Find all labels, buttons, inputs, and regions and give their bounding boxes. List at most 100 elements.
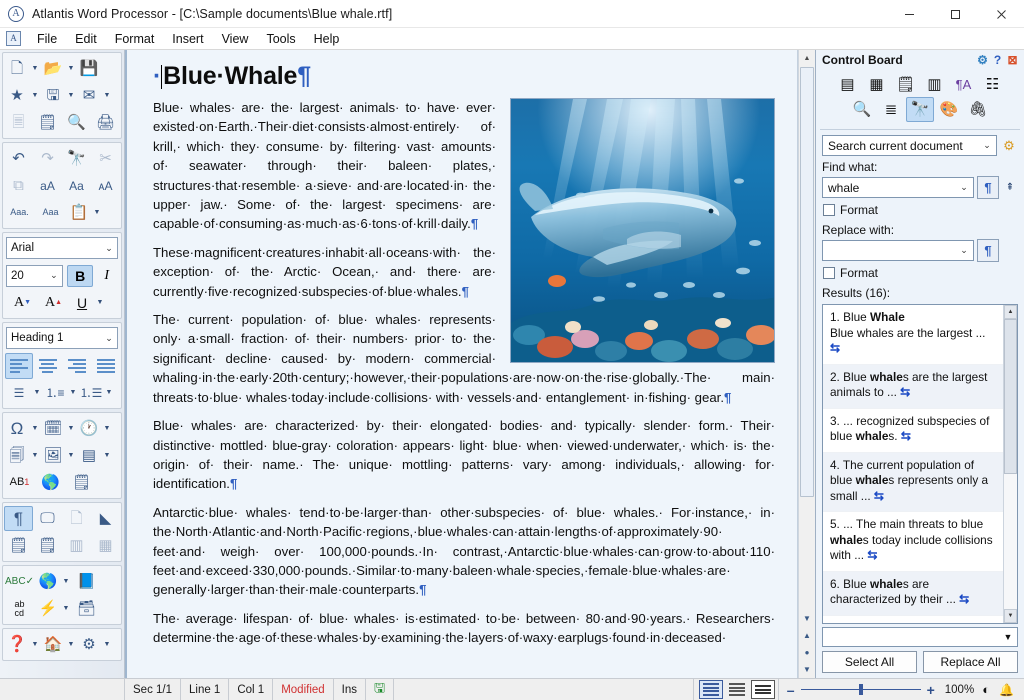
find-what-input[interactable]: whale ⌄ (822, 177, 974, 198)
menu-item-format[interactable]: Format (106, 30, 164, 48)
swap-icon[interactable]: ⇆ (901, 429, 911, 443)
cut-icon[interactable]: ✂ (91, 146, 120, 171)
replace-with-input[interactable]: ⌄ (822, 240, 974, 261)
font-size-combo[interactable]: 20 ⌄ (6, 265, 63, 287)
swap-icon[interactable]: ⇆ (900, 385, 910, 399)
document-page[interactable]: ·Blue·Whale¶ (125, 50, 798, 678)
blue-whale-image[interactable] (510, 98, 775, 363)
underline-dropdown-icon[interactable]: ▼ (95, 290, 105, 315)
thesaurus-icon[interactable]: 📘 (71, 569, 102, 594)
scroll-up-button[interactable]: ▲ (799, 50, 815, 67)
ruler-view-icon[interactable]: 🗒 (33, 533, 62, 558)
save-as-dropdown-icon[interactable]: ▼ (66, 83, 76, 108)
chevron-down-icon[interactable]: ⌄ (101, 328, 117, 348)
zoom-value[interactable]: 100% (945, 684, 974, 696)
minimize-button[interactable] (886, 0, 932, 28)
align-center-button[interactable] (34, 353, 62, 379)
menu-item-edit[interactable]: Edit (66, 30, 106, 48)
replace-format-checkbox[interactable] (823, 267, 835, 279)
new-document-dropdown-icon[interactable]: ▼ (30, 56, 40, 81)
insert-picture-icon[interactable]: 🖼 (40, 443, 66, 468)
print-icon[interactable]: 🖨 (91, 110, 120, 135)
bullet-list-icon[interactable]: ☰ (6, 380, 32, 405)
results-scroll-thumb[interactable] (1004, 319, 1017, 474)
zoom-slider[interactable] (801, 689, 921, 690)
insert-symbol-dropdown-icon[interactable]: ▼ (30, 416, 40, 441)
menu-app-icon[interactable]: A (6, 31, 21, 46)
results-list[interactable]: 1. Blue Whale Blue whales are the larges… (823, 305, 1003, 623)
menu-item-tools[interactable]: Tools (257, 30, 304, 48)
settings-icon[interactable]: ⚙ (975, 53, 990, 67)
copy-icon[interactable]: ⧉ (4, 173, 33, 198)
insert-date-icon[interactable]: 🗓 (40, 416, 66, 441)
redo-icon[interactable]: ↷ (33, 146, 62, 171)
save-document-icon[interactable]: 💾 (76, 56, 102, 81)
results-scroll-down-button[interactable]: ▼ (1004, 609, 1017, 623)
options-icon[interactable]: ⚙ (76, 632, 102, 657)
fonts-icon[interactable]: ¶A (950, 72, 978, 97)
insert-page-break-dropdown-icon[interactable]: ▼ (30, 443, 40, 468)
scroll-browse-down-icon[interactable]: ▼ (799, 661, 815, 678)
change-case-icon[interactable]: ᴀA (91, 173, 120, 198)
select-all-button[interactable]: Select All (822, 651, 917, 673)
results-scroll-up-button[interactable]: ▲ (1004, 305, 1017, 319)
palette-icon[interactable]: 🎨 (935, 97, 963, 122)
numbered-list-dropdown-icon[interactable]: ▼ (68, 380, 78, 405)
full-screen-icon[interactable]: 🖵 (33, 506, 62, 531)
lowercase-icon[interactable]: aA (33, 173, 62, 198)
color-scheme-icon[interactable]: ◣ (91, 506, 120, 531)
paste-icon[interactable]: 📋 (66, 200, 92, 225)
replace-format-checkbox-row[interactable]: Format (823, 266, 1018, 280)
favorites-dropdown-icon[interactable]: ▼ (30, 83, 40, 108)
contrast-icon[interactable]: ◐ (982, 682, 990, 697)
open-document-icon[interactable]: 📂 (40, 56, 66, 81)
scroll-page-down-icon[interactable]: ▼ (799, 610, 815, 627)
search-scope-select[interactable]: Search current document ⌄ (822, 135, 997, 156)
uppercase-icon[interactable]: Aa (62, 173, 91, 198)
open-document-dropdown-icon[interactable]: ▼ (66, 56, 76, 81)
insert-footnote-icon[interactable]: AB1 (4, 470, 35, 495)
home-page-icon[interactable]: 🏠 (40, 632, 66, 657)
highlight-view-icon[interactable]: 🗒 (4, 533, 33, 558)
swap-icon[interactable]: ⇆ (830, 341, 840, 355)
close-icon[interactable]: ⊠ (1005, 53, 1020, 67)
underline-icon[interactable]: U (69, 290, 95, 315)
menu-item-help[interactable]: Help (305, 30, 349, 48)
paste-dropdown-icon[interactable]: ▼ (92, 200, 102, 225)
mail-merge-icon[interactable]: 🗃 (71, 596, 102, 621)
show-formatting-marks-icon[interactable]: ¶ (4, 506, 33, 531)
document-map-icon[interactable]: ▤ (834, 72, 862, 97)
insert-table-icon[interactable]: ▤ (76, 443, 102, 468)
swap-icon[interactable]: ⇆ (874, 489, 884, 503)
bell-icon[interactable]: 🔔 (999, 683, 1014, 697)
zoom-in-button[interactable]: + (927, 682, 935, 698)
shrink-font-icon[interactable]: A▲ (38, 290, 69, 315)
save-state-icon[interactable]: 🖫 (366, 679, 394, 700)
favorites-icon[interactable]: ★ (4, 83, 30, 108)
quick-action-dropdown-icon[interactable]: ▼ (61, 596, 71, 621)
results-list-container[interactable]: 1. Blue Whale Blue whales are the larges… (822, 304, 1018, 624)
italic-button[interactable]: I (93, 265, 120, 287)
spell-check-icon[interactable]: ABC✓ (4, 569, 35, 594)
list-item[interactable]: 2. Blue whales are the largest animals t… (823, 365, 1003, 409)
bullet-list-dropdown-icon[interactable]: ▼ (32, 380, 42, 405)
insert-picture-dropdown-icon[interactable]: ▼ (66, 443, 76, 468)
replace-all-button[interactable]: Replace All (923, 651, 1018, 673)
find-icon[interactable]: 🔭 (62, 146, 91, 171)
menu-item-file[interactable]: File (28, 30, 66, 48)
chevron-down-icon[interactable]: ⌄ (101, 238, 117, 258)
find-scroll-top-icon[interactable]: ⇞ (1002, 176, 1018, 199)
search-settings-icon[interactable]: ⚙ (1000, 138, 1018, 154)
document-notes-icon[interactable]: 🗒 (892, 72, 920, 97)
insert-date-dropdown-icon[interactable]: ▼ (66, 416, 76, 441)
chevron-down-icon[interactable]: ⌄ (955, 182, 973, 193)
multi-column-view-icon[interactable]: ▦ (91, 533, 120, 558)
scroll-browse-up-icon[interactable]: ▲ (799, 627, 815, 644)
insert-table-dropdown-icon[interactable]: ▼ (102, 443, 112, 468)
chevron-down-icon[interactable]: ⌄ (46, 266, 62, 286)
insert-time-icon[interactable]: 🕐 (76, 416, 102, 441)
web-spell-check-icon[interactable]: 🌎 (35, 569, 61, 594)
chevron-down-icon[interactable]: ⌄ (978, 140, 996, 151)
status-section[interactable]: Sec 1/1 (125, 679, 181, 700)
text-list-icon[interactable]: ≣ (877, 97, 905, 122)
